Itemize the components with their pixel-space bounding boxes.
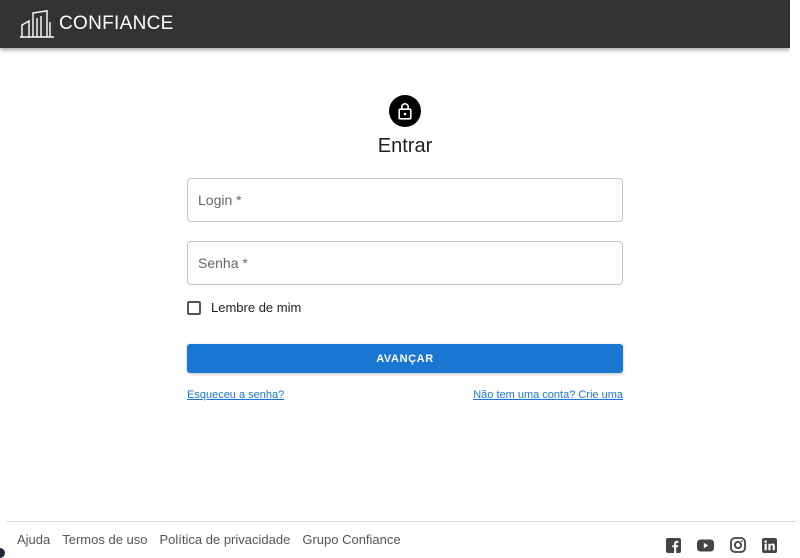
- signup-link[interactable]: Não tem uma conta? Crie uma: [473, 389, 623, 401]
- login-field[interactable]: [187, 178, 623, 222]
- footer-link-help[interactable]: Ajuda: [17, 532, 50, 547]
- lock-icon: [398, 103, 412, 120]
- facebook-icon[interactable]: [666, 537, 681, 553]
- lock-avatar: [389, 95, 421, 127]
- window-edge: [790, 0, 800, 558]
- footer-links: Ajuda Termos de uso Política de privacid…: [17, 532, 401, 547]
- page-corner-marker: [0, 548, 5, 558]
- remember-checkbox[interactable]: [187, 300, 201, 315]
- forgot-password-link[interactable]: Esqueceu a senha?: [187, 389, 284, 401]
- remember-me[interactable]: Lembre de mim: [187, 300, 301, 315]
- social-links: [666, 537, 777, 553]
- brand-name: CONFIANCE: [59, 13, 174, 34]
- submit-button[interactable]: AVANÇAR: [187, 344, 623, 373]
- footer-link-privacy[interactable]: Política de privacidade: [160, 532, 291, 547]
- youtube-icon[interactable]: [697, 539, 714, 552]
- brand-logo[interactable]: CONFIANCE: [19, 10, 174, 38]
- instagram-icon[interactable]: [730, 537, 746, 553]
- password-input[interactable]: [188, 242, 622, 284]
- building-logo-icon: [20, 10, 54, 38]
- password-field[interactable]: [187, 241, 623, 285]
- footer-link-group[interactable]: Grupo Confiance: [302, 532, 400, 547]
- footer-link-terms[interactable]: Termos de uso: [62, 532, 147, 547]
- app-header: CONFIANCE: [0, 0, 790, 48]
- page-title: Entrar: [377, 135, 433, 157]
- linkedin-icon[interactable]: [762, 537, 777, 553]
- login-input[interactable]: [188, 179, 622, 221]
- remember-label[interactable]: Lembre de mim: [211, 300, 301, 315]
- footer-divider: [6, 521, 796, 522]
